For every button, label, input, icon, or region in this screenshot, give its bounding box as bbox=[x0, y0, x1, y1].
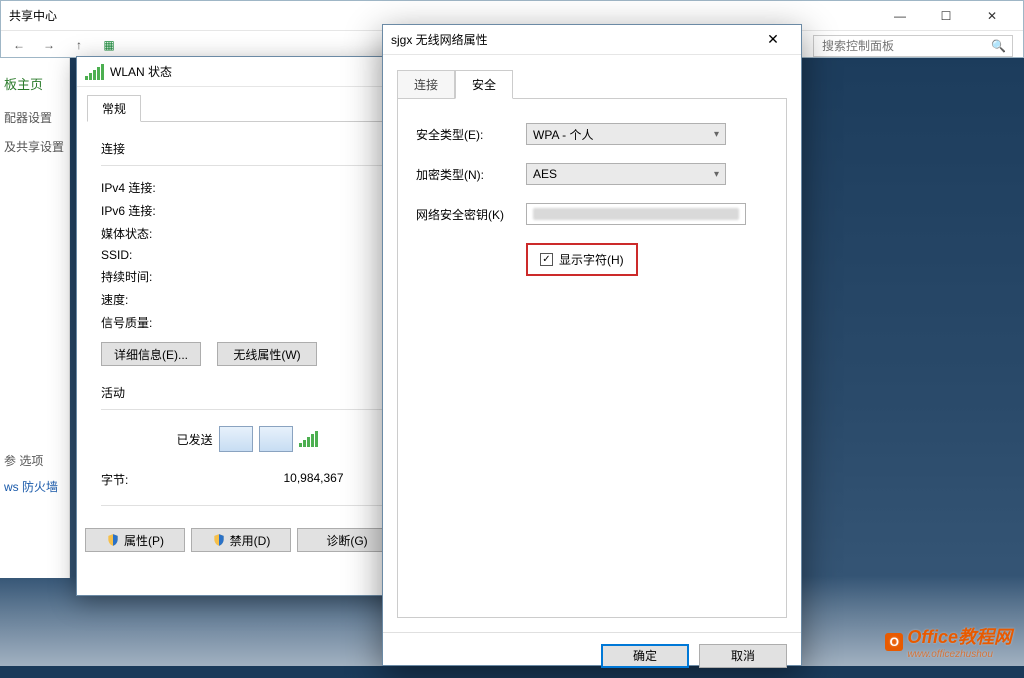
control-panel-sidebar: 板主页 配器设置 及共享设置 参 选项 ws 防火墙 bbox=[0, 58, 70, 578]
network-center-icon[interactable]: ▦ bbox=[97, 33, 121, 57]
control-panel-search[interactable]: 🔍 bbox=[813, 35, 1013, 57]
wireless-properties-dialog: sjgx 无线网络属性 ✕ 连接 安全 安全类型(E): WPA - 个人 ▾ … bbox=[382, 24, 802, 666]
activity-icon bbox=[213, 426, 325, 452]
nav-fwd-icon[interactable]: → bbox=[37, 33, 61, 57]
disable-button[interactable]: 禁用(D) bbox=[191, 528, 291, 552]
close-button[interactable]: ✕ bbox=[969, 2, 1015, 30]
wifi-signal-icon bbox=[85, 64, 104, 80]
maximize-button[interactable]: ☐ bbox=[923, 2, 969, 30]
wireless-properties-titlebar: sjgx 无线网络属性 ✕ bbox=[383, 25, 801, 55]
sent-label: 已发送 bbox=[101, 431, 213, 448]
show-characters-label: 显示字符(H) bbox=[559, 251, 624, 268]
watermark-text: Office教程网 bbox=[907, 627, 1012, 647]
sidebar-header[interactable]: 板主页 bbox=[0, 74, 69, 103]
watermark-sub: www.officezhushou bbox=[907, 649, 1012, 660]
encryption-type-select[interactable]: AES ▾ bbox=[526, 163, 726, 185]
ok-button[interactable]: 确定 bbox=[601, 644, 689, 668]
duration-label: 持续时间: bbox=[101, 268, 231, 285]
ipv4-label: IPv4 连接: bbox=[101, 179, 231, 196]
wireless-properties-button[interactable]: 无线属性(W) bbox=[217, 342, 317, 366]
office-logo-icon: O bbox=[885, 633, 903, 651]
nav-up-icon[interactable]: ↑ bbox=[67, 33, 91, 57]
nav-back-icon[interactable]: ← bbox=[7, 33, 31, 57]
sidebar-sharing-settings[interactable]: 及共享设置 bbox=[0, 132, 69, 161]
network-key-label: 网络安全密钥(K) bbox=[416, 206, 526, 223]
close-button[interactable]: ✕ bbox=[753, 26, 793, 54]
watermark: O Office教程网 www.officezhushou bbox=[885, 623, 1012, 660]
chevron-down-icon: ▾ bbox=[714, 129, 719, 140]
show-characters-checkbox[interactable]: ✓ bbox=[540, 253, 553, 266]
shield-icon bbox=[106, 533, 120, 547]
security-type-select[interactable]: WPA - 个人 ▾ bbox=[526, 123, 726, 145]
sidebar-related-header: 参 选项 bbox=[4, 452, 65, 469]
tab-general[interactable]: 常规 bbox=[87, 95, 141, 122]
control-panel-title: 共享中心 bbox=[9, 7, 57, 24]
cancel-button[interactable]: 取消 bbox=[699, 644, 787, 668]
media-label: 媒体状态: bbox=[101, 225, 231, 242]
signal-label: 信号质量: bbox=[101, 314, 231, 331]
search-icon: 🔍 bbox=[991, 39, 1006, 53]
encryption-type-label: 加密类型(N): bbox=[416, 166, 526, 183]
speed-label: 速度: bbox=[101, 291, 231, 308]
encryption-type-value: AES bbox=[533, 167, 557, 181]
sidebar-firewall-link[interactable]: ws 防火墙 bbox=[4, 475, 65, 498]
bytes-sent-value: 10,984,367 bbox=[231, 471, 396, 488]
bytes-label: 字节: bbox=[101, 471, 231, 488]
chevron-down-icon: ▾ bbox=[714, 169, 719, 180]
properties-button[interactable]: 属性(P) bbox=[85, 528, 185, 552]
shield-icon bbox=[212, 533, 226, 547]
minimize-button[interactable]: — bbox=[877, 2, 923, 30]
network-key-input[interactable] bbox=[526, 203, 746, 225]
dialog-footer: 确定 取消 bbox=[383, 632, 801, 678]
security-tab-panel: 安全类型(E): WPA - 个人 ▾ 加密类型(N): AES ▾ 网络安全密… bbox=[397, 98, 787, 618]
security-type-value: WPA - 个人 bbox=[533, 126, 593, 143]
security-type-label: 安全类型(E): bbox=[416, 126, 526, 143]
ssid-label: SSID: bbox=[101, 248, 231, 262]
show-characters-highlight: ✓ 显示字符(H) bbox=[526, 243, 638, 276]
wlan-status-title: WLAN 状态 bbox=[110, 63, 172, 80]
control-panel-search-input[interactable] bbox=[820, 38, 991, 54]
sidebar-adapter-settings[interactable]: 配器设置 bbox=[0, 103, 69, 132]
ipv6-label: IPv6 连接: bbox=[101, 202, 231, 219]
wireless-properties-title: sjgx 无线网络属性 bbox=[391, 31, 488, 48]
tab-connection[interactable]: 连接 bbox=[397, 70, 455, 99]
tab-security[interactable]: 安全 bbox=[455, 70, 513, 99]
details-button[interactable]: 详细信息(E)... bbox=[101, 342, 201, 366]
redacted-key bbox=[533, 208, 739, 220]
